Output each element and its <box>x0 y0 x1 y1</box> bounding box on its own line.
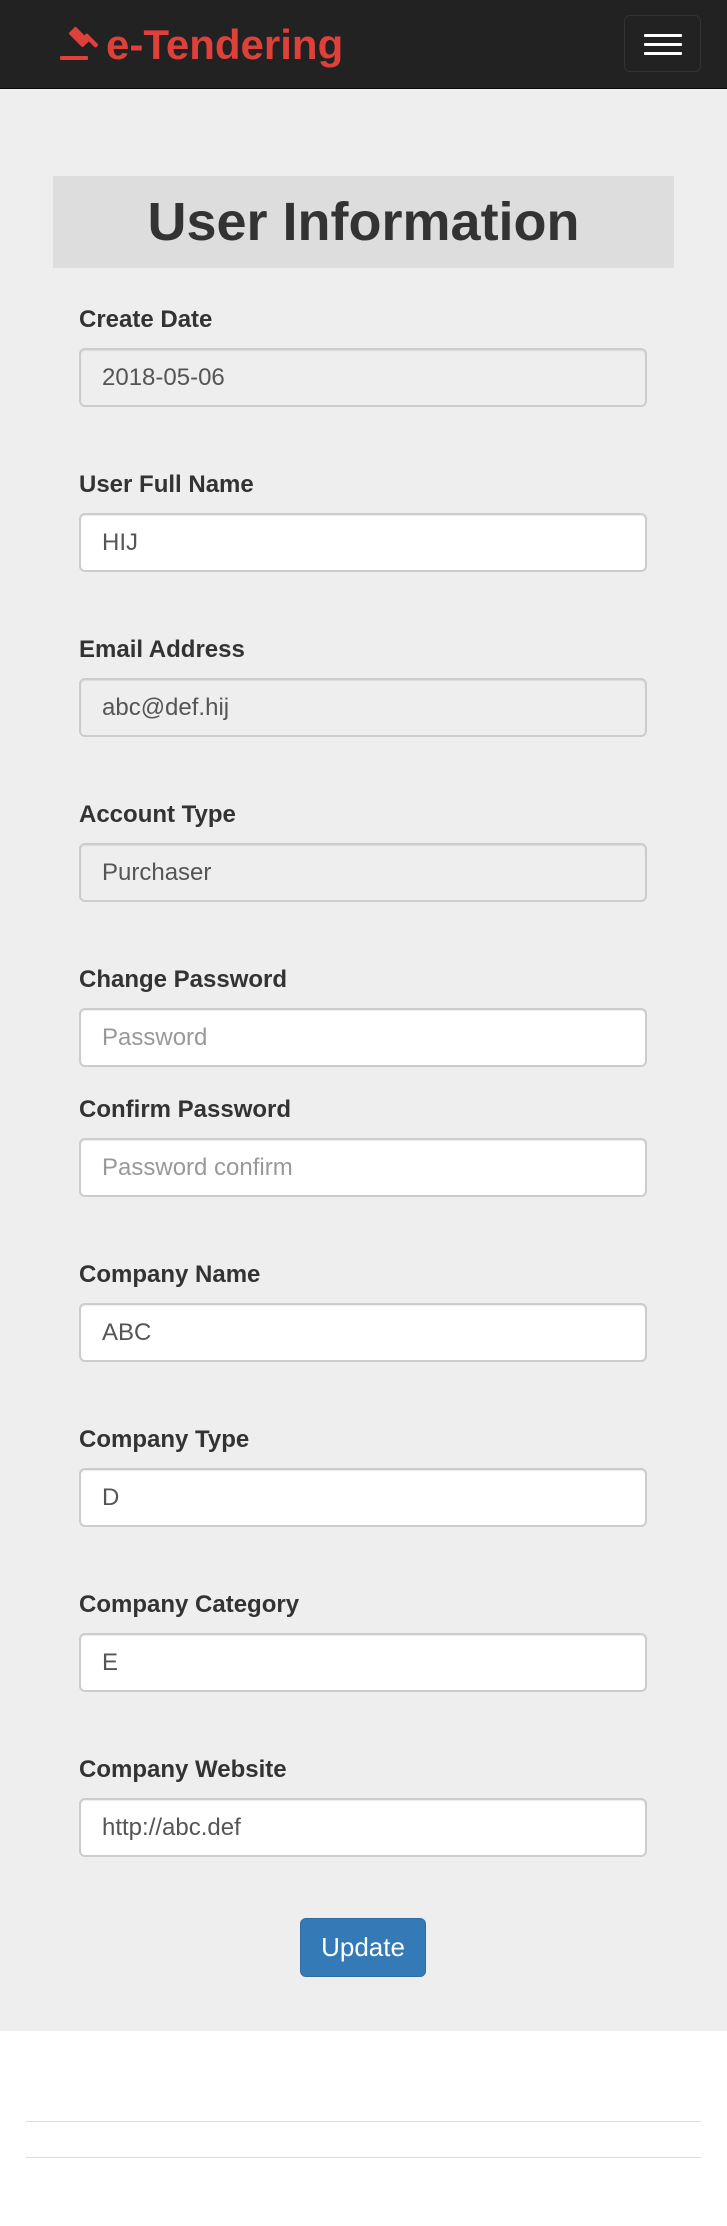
gavel-icon <box>58 25 106 65</box>
footer-divider-bottom <box>26 2157 701 2158</box>
change-password-label: Change Password <box>79 966 288 993</box>
company-type-label: Company Type <box>79 1426 250 1453</box>
change-password-field[interactable] <box>79 1008 647 1067</box>
email-field[interactable] <box>79 678 647 737</box>
hamburger-menu-icon-bar <box>644 52 682 55</box>
top-navbar: e-Tendering <box>0 0 727 89</box>
account-type-label: Account Type <box>79 801 236 828</box>
company-website-label: Company Website <box>79 1756 287 1783</box>
full-name-field[interactable] <box>79 513 647 572</box>
brand-link[interactable]: e-Tendering <box>58 18 343 72</box>
company-category-label: Company Category <box>79 1591 300 1618</box>
account-type-field[interactable] <box>79 843 647 902</box>
create-date-label: Create Date <box>79 306 213 333</box>
update-button[interactable]: Update <box>300 1918 426 1977</box>
footer-divider <box>26 2121 701 2122</box>
email-label: Email Address <box>79 636 245 663</box>
confirm-password-field[interactable] <box>79 1138 647 1197</box>
company-name-field[interactable] <box>79 1303 647 1362</box>
user-information-panel: User Information Create Date User Full N… <box>0 89 727 2031</box>
hamburger-menu-icon-bar <box>644 43 682 46</box>
page-title: User Information <box>53 176 674 268</box>
company-name-label: Company Name <box>79 1261 261 1288</box>
company-type-field[interactable] <box>79 1468 647 1527</box>
brand-text: e-Tendering <box>106 21 344 68</box>
navbar-toggle-button[interactable] <box>624 15 701 72</box>
full-name-label: User Full Name <box>79 471 254 498</box>
company-website-field[interactable] <box>79 1798 647 1857</box>
confirm-password-label: Confirm Password <box>79 1096 292 1123</box>
hamburger-menu-icon <box>644 34 682 37</box>
create-date-field[interactable] <box>79 348 647 407</box>
company-category-field[interactable] <box>79 1633 647 1692</box>
